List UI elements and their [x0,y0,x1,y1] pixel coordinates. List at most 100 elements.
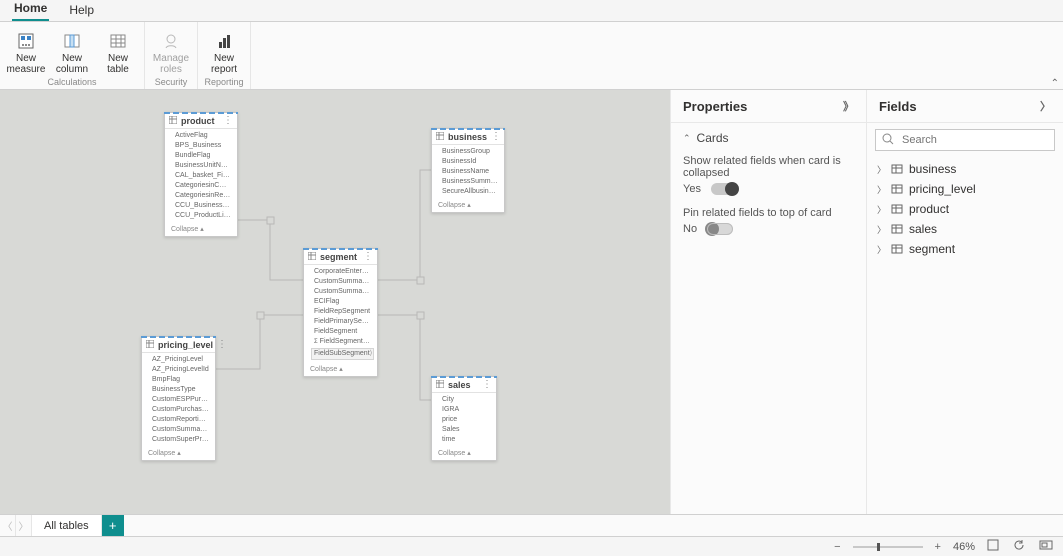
new-report-button[interactable]: New report [204,29,244,75]
field[interactable]: price [442,415,490,425]
fit-to-screen-icon[interactable] [985,539,1001,554]
tab-prev-icon[interactable]: 〈 [0,515,16,536]
new-measure-label: New measure [7,53,46,75]
new-column-button[interactable]: New column [52,29,92,75]
field[interactable]: BmpFlag [152,375,209,385]
zoom-out-button[interactable]: − [832,541,842,553]
field[interactable]: CategoriesinCRMField [175,181,231,191]
field[interactable]: CustomSummarySector [314,277,371,287]
field[interactable]: time [442,435,490,445]
tab-next-icon[interactable]: 〉 [16,515,32,536]
table-card-business[interactable]: business ⋮ BusinessGroup BusinessId Busi… [431,128,505,213]
collapse-panel-icon[interactable]: 〉 [1040,98,1051,114]
field[interactable]: CustomSuperPricingLevel [152,435,209,445]
field[interactable]: CorporateEnterpriseFlag [314,267,371,277]
zoom-in-button[interactable]: + [933,541,943,553]
field[interactable]: FieldSegment [314,327,371,337]
table-icon [436,132,444,142]
ribbon-collapse-caret-icon[interactable]: ⌃ [1051,78,1059,89]
collapse-link[interactable]: Collapse [304,363,377,376]
menu-help[interactable]: Help [67,0,96,21]
field[interactable]: BusinessType [152,385,209,395]
table-card-segment[interactable]: segment ⋮ CorporateEnterpriseFlag Custom… [303,248,378,377]
field[interactable]: BusinessUnitName [175,161,231,171]
field[interactable]: FieldRepSegment [314,307,371,317]
collapse-link[interactable]: Collapse [142,447,215,460]
field-selected[interactable]: FieldSubSegment⟩ [311,348,374,360]
field[interactable]: CustomReportingSummaryPurc... [152,415,209,425]
expand-caret-icon[interactable]: 〉 [877,163,885,176]
card-menu-icon[interactable]: ⋮ [491,131,501,142]
field[interactable]: BusinessId [442,157,498,167]
show-related-toggle[interactable] [711,183,737,195]
model-canvas[interactable]: product ⋮ ActiveFlag BPS_Business Bundle… [0,90,671,514]
card-menu-icon[interactable]: ⋮ [223,115,233,126]
field[interactable]: CCU_BusinessUnit [175,201,231,211]
field[interactable]: CAL_basket_Files [175,171,231,181]
tab-add-button[interactable]: + [102,515,124,536]
collapse-panel-icon[interactable]: 》 [843,98,854,114]
fields-table-segment[interactable]: 〉 segment [871,239,1059,259]
field[interactable]: BusinessGroup [442,147,498,157]
table-icon [891,203,903,215]
table-icon [308,252,316,262]
fields-search[interactable] [875,129,1055,151]
fields-table-product[interactable]: 〉 product [871,199,1059,219]
present-icon[interactable] [1037,539,1055,554]
field[interactable]: CustomSummarySegment [314,287,371,297]
field[interactable]: CustomESPPurchaseType [152,395,209,405]
table-card-product[interactable]: product ⋮ ActiveFlag BPS_Business Bundle… [164,112,238,237]
search-input[interactable] [900,133,1048,147]
pin-related-toggle[interactable] [707,223,733,235]
body: product ⋮ ActiveFlag BPS_Business Bundle… [0,90,1063,514]
field[interactable]: AZ_PricingLevelId [152,365,209,375]
card-menu-icon[interactable]: ⋮ [482,379,492,390]
field[interactable]: BundleFlag [175,151,231,161]
field[interactable]: SecureAllbusiness [442,187,498,197]
table-card-pricing-level[interactable]: pricing_level ⋮ AZ_PricingLevel AZ_Prici… [141,336,216,461]
field[interactable]: BusinessSummaryName [442,177,498,187]
field[interactable]: ActiveFlag [175,131,231,141]
new-measure-button[interactable]: New measure [6,29,46,75]
card-menu-icon[interactable]: ⋮ [217,339,227,350]
manage-roles-button[interactable]: Manage roles [151,29,191,75]
card-fields: City IGRA price Sales time [432,393,496,447]
table-icon [891,243,903,255]
field[interactable]: AZ_PricingLevel [152,355,209,365]
ribbon-group-security: Manage roles Security [145,22,198,89]
section-caret-icon[interactable]: ⌃ [683,133,691,144]
expand-caret-icon[interactable]: 〉 [877,203,885,216]
field[interactable]: Sales [442,425,490,435]
field[interactable]: BPS_Business [175,141,231,151]
refresh-icon[interactable] [1011,539,1027,554]
expand-caret-icon[interactable]: 〉 [877,243,885,256]
collapse-link[interactable]: Collapse [432,199,504,212]
menu-home[interactable]: Home [12,0,49,21]
expand-caret-icon[interactable]: 〉 [877,223,885,236]
field[interactable]: CustomPurchaseType [152,405,209,415]
tab-all-tables[interactable]: All tables [32,515,102,536]
field[interactable]: CategoriesinRetail [175,191,231,201]
fields-table-sales[interactable]: 〉 sales [871,219,1059,239]
measure-icon [17,32,35,50]
card-menu-icon[interactable]: ⋮ [363,251,373,262]
field[interactable]: BusinessName [442,167,498,177]
fields-table-business[interactable]: 〉 business [871,159,1059,179]
zoom-slider[interactable] [853,546,923,548]
expand-caret-icon[interactable]: 〉 [877,183,885,196]
field[interactable]: ECIFlag [314,297,371,307]
new-table-button[interactable]: New table [98,29,138,75]
collapse-link[interactable]: Collapse [432,447,496,460]
cards-section-label: Cards [697,131,729,145]
field[interactable]: IGRA [442,405,490,415]
field[interactable]: CCU_ProductLicensesAndServices [175,211,231,221]
collapse-link[interactable]: Collapse [165,223,237,236]
table-card-sales[interactable]: sales ⋮ City IGRA price Sales time Colla… [431,376,497,461]
fields-table-pricing-level[interactable]: 〉 pricing_level [871,179,1059,199]
field[interactable]: City [442,395,490,405]
field[interactable]: FieldPrimarySegment [314,317,371,327]
field[interactable]: Σ FieldSegmentType [314,337,371,347]
field[interactable]: CustomSummaryPurchaseType [152,425,209,435]
roles-icon [162,32,180,50]
properties-title: Properties [683,99,747,114]
